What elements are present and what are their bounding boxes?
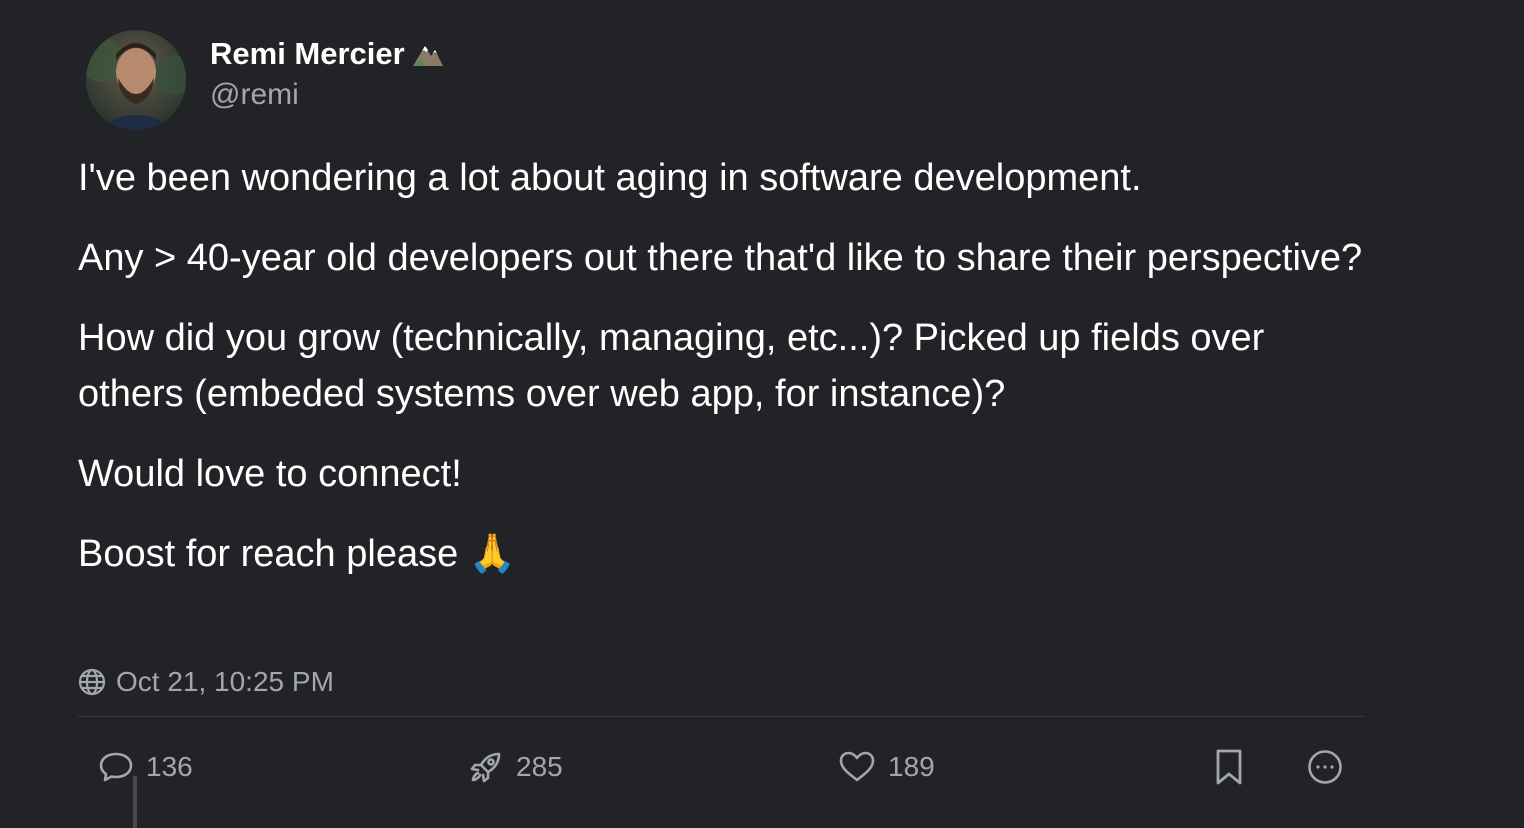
bookmark-icon	[1212, 748, 1246, 786]
pray-emoji: 🙏	[468, 533, 517, 575]
post-paragraph-last: Boost for reach please 🙏	[78, 526, 1378, 582]
more-icon	[1306, 748, 1344, 786]
heart-icon	[838, 749, 876, 785]
thread-line	[133, 776, 137, 828]
globe-icon	[78, 668, 106, 696]
post-paragraph: I've been wondering a lot about aging in…	[78, 157, 1142, 199]
post-paragraph: Would love to connect!	[78, 453, 462, 495]
post-paragraph-text: Boost for reach please	[78, 533, 459, 575]
post-content: I've been wondering a lot about aging in…	[78, 150, 1378, 606]
action-bar: 136 285 189	[0, 742, 1524, 792]
post-timestamp[interactable]: Oct 21, 10:25 PM	[116, 666, 334, 698]
rocket-icon	[468, 749, 504, 785]
favourite-button[interactable]: 189	[838, 742, 935, 792]
post-card: Remi Mercier @remi I've been wondering a…	[0, 0, 1524, 828]
reply-icon	[98, 749, 134, 785]
post-paragraph: Any > 40-year old developers out there t…	[78, 237, 1363, 279]
boost-count: 285	[516, 751, 563, 782]
author-handle[interactable]: @remi	[210, 78, 299, 112]
boost-button[interactable]: 285	[468, 742, 563, 792]
avatar[interactable]	[86, 30, 186, 130]
favourite-count: 189	[888, 751, 935, 782]
mountain-icon	[411, 40, 445, 68]
author-name-row: Remi Mercier	[210, 34, 445, 74]
more-button[interactable]	[1306, 742, 1344, 792]
author-name[interactable]: Remi Mercier	[210, 36, 405, 72]
reply-count: 136	[146, 751, 193, 782]
post-paragraph: How did you grow (technically, managing,…	[78, 317, 1265, 415]
bookmark-button[interactable]	[1212, 742, 1246, 792]
reply-button[interactable]: 136	[98, 742, 193, 792]
divider	[78, 716, 1364, 717]
post-meta: Oct 21, 10:25 PM	[78, 662, 334, 702]
